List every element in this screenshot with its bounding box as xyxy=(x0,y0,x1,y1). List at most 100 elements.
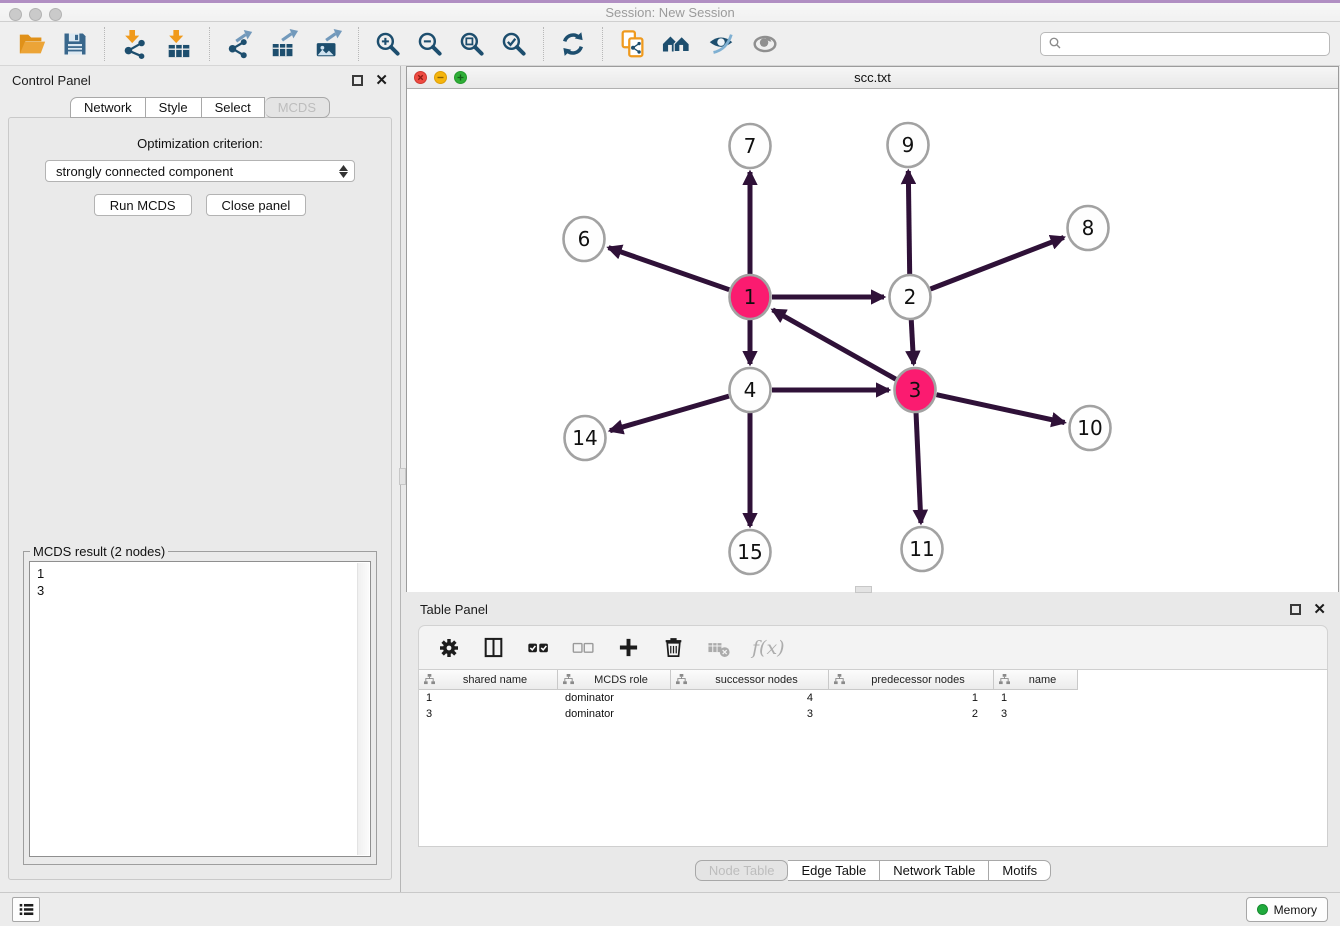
network-close-icon[interactable] xyxy=(414,71,427,84)
export-table-icon[interactable] xyxy=(269,29,299,59)
network-window-titlebar[interactable]: scc.txt xyxy=(407,67,1338,89)
deselect-all-rows-icon[interactable] xyxy=(571,635,596,660)
tab-select[interactable]: Select xyxy=(202,97,265,118)
network-canvas[interactable]: 7968124314101511 xyxy=(407,89,1338,592)
network-maximize-icon[interactable] xyxy=(454,71,467,84)
column-type-icon xyxy=(834,674,845,685)
optimization-criterion-select[interactable]: strongly connected component xyxy=(45,160,355,182)
graph-node-label: 15 xyxy=(737,540,762,564)
graph-node-label: 4 xyxy=(744,378,757,402)
graph-edge-3-10[interactable] xyxy=(937,395,1065,423)
network-minimize-icon[interactable] xyxy=(434,71,447,84)
export-network-icon[interactable] xyxy=(225,29,255,59)
tab-edge-table[interactable]: Edge Table xyxy=(788,860,880,881)
window-controls[interactable] xyxy=(9,8,62,21)
graph-edge-1-6[interactable] xyxy=(609,248,730,290)
graph-node-label: 7 xyxy=(744,134,757,158)
tab-network[interactable]: Network xyxy=(70,97,146,118)
close-window-button[interactable] xyxy=(9,8,22,21)
search-input[interactable] xyxy=(1063,36,1322,51)
graph-node-label: 11 xyxy=(909,537,934,561)
graph-edge-4-14[interactable] xyxy=(610,396,729,431)
graph-edge-3-1[interactable] xyxy=(773,310,896,379)
minimize-window-button[interactable] xyxy=(29,8,42,21)
control-panel: Control Panel ✕ Network Style Select MCD… xyxy=(0,66,401,892)
close-panel-icon[interactable]: ✕ xyxy=(1313,604,1326,615)
zoom-out-icon[interactable] xyxy=(416,30,444,58)
toolbar-separator xyxy=(543,27,544,61)
column-header-mcds-role[interactable]: MCDS role xyxy=(558,670,671,690)
toolbar-separator xyxy=(209,27,210,61)
toolbar-search[interactable] xyxy=(1040,32,1330,56)
table-row[interactable]: 3 dominator 3 2 3 xyxy=(419,706,1327,722)
open-session-icon[interactable] xyxy=(17,29,47,59)
delete-column-icon[interactable] xyxy=(661,635,686,660)
export-image-icon[interactable] xyxy=(313,29,343,59)
zoom-fit-icon[interactable] xyxy=(458,30,486,58)
graph-node-label: 9 xyxy=(902,133,915,157)
memory-button[interactable]: Memory xyxy=(1246,897,1328,922)
tab-node-table[interactable]: Node Table xyxy=(695,860,789,881)
graph-edge-2-8[interactable] xyxy=(931,237,1064,289)
graph-edge-3-11[interactable] xyxy=(916,412,921,523)
mcds-result-group: MCDS result (2 nodes) 1 3 xyxy=(23,544,377,865)
table-panel-title: Table Panel xyxy=(420,602,488,617)
graph-node-label: 8 xyxy=(1082,216,1095,240)
table-panel: Table Panel ✕ f(x) shared name MCDS role… xyxy=(406,595,1340,892)
graph-node-label: 1 xyxy=(744,285,757,309)
dropdown-stepper-icon xyxy=(339,165,348,178)
nested-networks-icon[interactable] xyxy=(662,29,692,59)
column-header-shared-name[interactable]: shared name xyxy=(419,670,558,690)
zoom-selected-icon[interactable] xyxy=(500,30,528,58)
close-panel-button[interactable]: Close panel xyxy=(206,194,307,216)
import-network-icon[interactable] xyxy=(120,29,150,59)
result-scrollbar[interactable] xyxy=(357,563,369,855)
tab-mcds[interactable]: MCDS xyxy=(265,97,330,118)
select-all-rows-icon[interactable] xyxy=(526,635,551,660)
column-header-name[interactable]: name xyxy=(994,670,1078,690)
panel-splitter-grip[interactable] xyxy=(399,468,406,485)
tab-style[interactable]: Style xyxy=(146,97,202,118)
mcds-result-title: MCDS result (2 nodes) xyxy=(30,544,168,559)
control-panel-title: Control Panel xyxy=(12,73,91,88)
task-history-button[interactable] xyxy=(12,897,40,922)
close-panel-icon[interactable]: ✕ xyxy=(375,75,388,86)
column-visibility-icon[interactable] xyxy=(481,635,506,660)
column-type-icon xyxy=(999,674,1010,685)
search-icon xyxy=(1048,36,1063,51)
graph-node-label: 3 xyxy=(909,378,922,402)
import-table-icon[interactable] xyxy=(164,29,194,59)
delete-table-icon[interactable] xyxy=(706,635,732,661)
panel-splitter-grip[interactable] xyxy=(855,586,872,593)
refresh-view-icon[interactable] xyxy=(559,30,587,58)
table-row[interactable]: 1 dominator 4 1 1 xyxy=(419,690,1327,706)
save-session-icon[interactable] xyxy=(61,30,89,58)
graph-edge-2-9[interactable] xyxy=(908,171,909,275)
network-view-window: scc.txt 7968124314101511 xyxy=(406,66,1339,592)
zoom-in-icon[interactable] xyxy=(374,30,402,58)
network-graph[interactable]: 7968124314101511 xyxy=(407,89,1338,592)
float-panel-icon[interactable] xyxy=(352,75,363,86)
node-table-header: shared name MCDS role successor nodes pr… xyxy=(419,670,1327,690)
result-node-id: 3 xyxy=(30,582,370,599)
toolbar-separator xyxy=(358,27,359,61)
float-panel-icon[interactable] xyxy=(1290,604,1301,615)
copy-network-icon[interactable] xyxy=(618,29,648,59)
column-type-icon xyxy=(424,674,435,685)
hide-graphics-details-icon[interactable] xyxy=(706,29,736,59)
run-mcds-button[interactable]: Run MCDS xyxy=(94,194,192,216)
mcds-result-list[interactable]: 1 3 xyxy=(29,561,371,857)
apply-function-icon[interactable]: f(x) xyxy=(752,637,785,659)
add-column-icon[interactable] xyxy=(616,635,641,660)
show-graphics-details-icon[interactable] xyxy=(750,29,780,59)
node-table: shared name MCDS role successor nodes pr… xyxy=(418,669,1328,847)
graph-edge-2-3[interactable] xyxy=(911,319,913,364)
maximize-window-button[interactable] xyxy=(49,8,62,21)
tab-network-table[interactable]: Network Table xyxy=(880,860,989,881)
column-header-predecessor-nodes[interactable]: predecessor nodes xyxy=(829,670,994,690)
app-titlebar: Session: New Session xyxy=(0,0,1340,22)
table-settings-icon[interactable] xyxy=(437,636,461,660)
tab-motifs[interactable]: Motifs xyxy=(989,860,1051,881)
column-header-successor-nodes[interactable]: successor nodes xyxy=(671,670,829,690)
graph-node-label: 6 xyxy=(578,227,591,251)
